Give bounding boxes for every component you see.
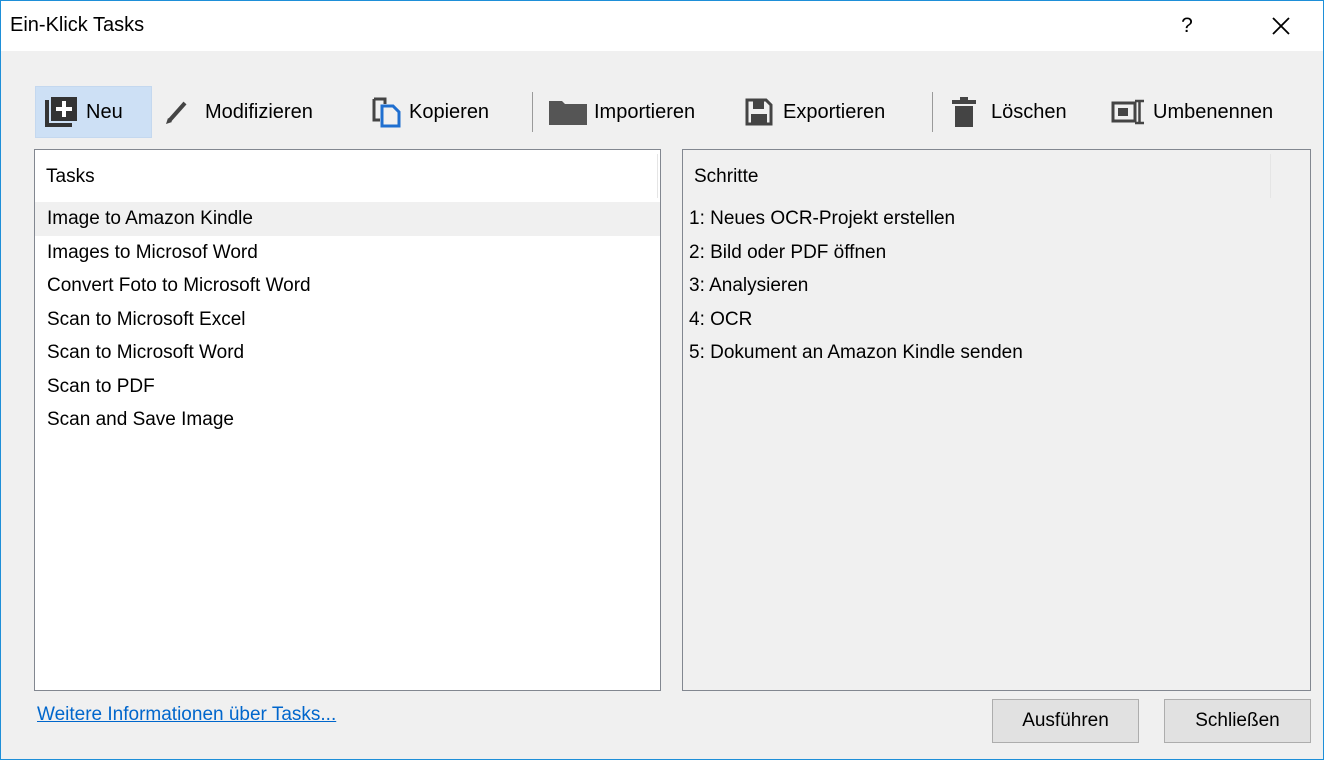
toolbar: Neu Modifizieren Kopieren Importieren Ex… (35, 86, 1324, 138)
ein-klick-tasks-dialog: Ein-Klick Tasks ? Neu Modifizieren Kopie… (0, 0, 1324, 760)
tasks-header-label: Tasks (46, 166, 95, 187)
window-title: Ein-Klick Tasks (10, 14, 145, 36)
step-item[interactable]: 5: Dokument an Amazon Kindle senden (683, 336, 1310, 370)
run-button[interactable]: Ausführen (992, 699, 1139, 743)
title-bar: Ein-Klick Tasks ? (1, 1, 1323, 51)
trash-icon (952, 97, 976, 127)
close-icon (1272, 17, 1290, 35)
pencil-icon (166, 101, 187, 124)
new-button-label: Neu (86, 100, 123, 123)
modify-button-label: Modifizieren (205, 100, 313, 123)
tasks-rows: Image to Amazon Kindle Images to Microso… (35, 202, 660, 437)
copy-button-label: Kopieren (409, 100, 490, 123)
new-button[interactable]: Neu (35, 86, 152, 138)
task-item[interactable]: Image to Amazon Kindle (35, 202, 660, 236)
task-item[interactable]: Scan to Microsoft Excel (35, 303, 660, 337)
steps-rows: 1: Neues OCR-Projekt erstellen 2: Bild o… (683, 202, 1310, 370)
step-item[interactable]: 3: Analysieren (683, 269, 1310, 303)
help-button[interactable]: ? (1157, 1, 1217, 51)
task-item[interactable]: Scan to PDF (35, 370, 660, 404)
delete-button-label: Löschen (991, 100, 1067, 123)
import-button-label: Importieren (594, 100, 696, 123)
copy-button[interactable]: Kopieren (363, 86, 523, 138)
copy-icon (372, 97, 401, 128)
export-button-label: Exportieren (783, 100, 886, 123)
delete-button[interactable]: Löschen (943, 86, 1099, 138)
export-button[interactable]: Exportieren (737, 86, 923, 138)
toolbar-separator (532, 92, 533, 132)
import-button[interactable]: Importieren (540, 86, 730, 138)
tasks-list[interactable]: Tasks Image to Amazon Kindle Images to M… (34, 149, 661, 691)
rename-button[interactable]: Umbenennen (1103, 86, 1311, 138)
new-plus-icon (45, 97, 77, 127)
tasks-column-header[interactable]: Tasks (35, 150, 660, 198)
steps-column-header[interactable]: Schritte (683, 150, 1310, 198)
folder-icon (549, 101, 587, 125)
rename-icon (1111, 99, 1144, 125)
task-item[interactable]: Convert Foto to Microsoft Word (35, 269, 660, 303)
run-button-label: Ausführen (1022, 710, 1109, 731)
task-item[interactable]: Images to Microsof Word (35, 236, 660, 270)
steps-header-label: Schritte (694, 166, 759, 187)
steps-list[interactable]: Schritte 1: Neues OCR-Projekt erstellen … (682, 149, 1311, 691)
column-divider (657, 154, 658, 198)
close-window-button[interactable] (1251, 1, 1311, 51)
more-info-link[interactable]: Weitere Informationen über Tasks... (37, 704, 336, 726)
task-item[interactable]: Scan and Save Image (35, 403, 660, 437)
step-item[interactable]: 1: Neues OCR-Projekt erstellen (683, 202, 1310, 236)
step-item[interactable]: 2: Bild oder PDF öffnen (683, 236, 1310, 270)
column-divider (1270, 154, 1271, 198)
close-button[interactable]: Schließen (1164, 699, 1311, 743)
toolbar-separator (932, 92, 933, 132)
close-button-label: Schließen (1195, 710, 1280, 731)
task-item[interactable]: Scan to Microsoft Word (35, 336, 660, 370)
modify-button[interactable]: Modifizieren (155, 86, 347, 138)
step-item[interactable]: 4: OCR (683, 303, 1310, 337)
rename-button-label: Umbenennen (1153, 100, 1274, 123)
save-icon (745, 98, 773, 126)
